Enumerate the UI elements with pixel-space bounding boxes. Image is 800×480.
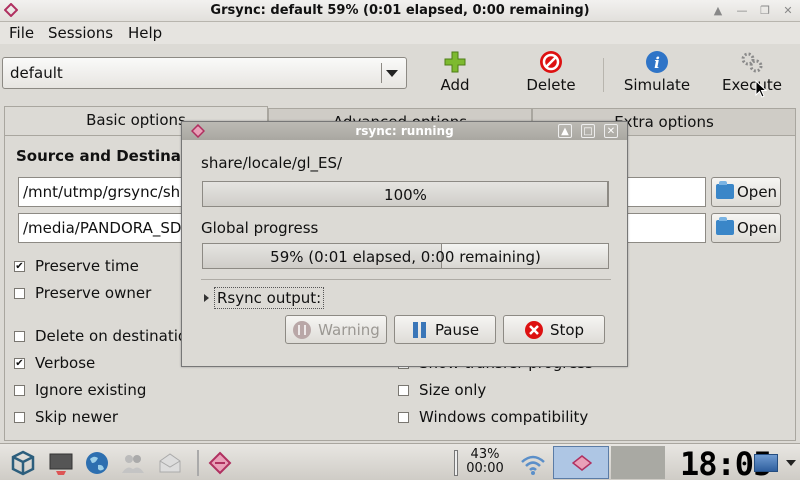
checkbox-box <box>14 287 25 299</box>
preserve-time-checkbox[interactable]: ✔ Preserve time <box>14 256 139 276</box>
current-file-label: share/locale/gl_ES/ <box>201 154 343 172</box>
global-progress-bar: 59% (0:01 elapsed, 0:00 remaining) <box>202 243 609 269</box>
mouse-cursor-icon <box>755 80 767 98</box>
stop-icon <box>524 320 543 339</box>
terminal-icon[interactable] <box>48 450 74 476</box>
execute-button[interactable]: Execute <box>720 50 784 94</box>
simulate-label: Simulate <box>623 76 691 94</box>
delete-icon <box>540 51 562 73</box>
menu-help[interactable]: Help <box>128 24 162 42</box>
web-browser-icon[interactable] <box>84 450 110 476</box>
open-destination-button[interactable]: Open <box>711 213 781 243</box>
execute-label: Execute <box>722 76 782 94</box>
windows-compatibility-checkbox[interactable]: Windows compatibility <box>398 407 588 427</box>
mail-icon[interactable] <box>157 450 183 476</box>
file-progress-text: 100% <box>384 186 427 204</box>
skip-newer-checkbox[interactable]: Skip newer <box>14 407 118 427</box>
wifi-icon[interactable] <box>520 452 546 478</box>
minimize-icon[interactable]: — <box>734 3 750 19</box>
size-only-checkbox[interactable]: Size only <box>398 380 486 400</box>
ignore-existing-checkbox[interactable]: Ignore existing <box>14 380 146 400</box>
add-button[interactable]: Add <box>436 50 474 94</box>
battery-level-icon <box>454 450 458 476</box>
plus-icon <box>444 51 466 73</box>
menu-sessions[interactable]: Sessions <box>48 24 113 42</box>
delete-on-destination-checkbox[interactable]: Delete on destination <box>14 326 197 346</box>
checkbox-box <box>14 330 25 342</box>
global-progress-label: Global progress <box>201 219 319 237</box>
menu-bar: File Sessions Help <box>0 22 800 44</box>
preserve-owner-checkbox[interactable]: Preserve owner <box>14 283 151 303</box>
folder-icon <box>716 217 734 235</box>
taskbar-window-grsync[interactable] <box>553 446 609 479</box>
users-icon[interactable] <box>120 450 146 476</box>
delete-button[interactable]: Delete <box>524 50 578 94</box>
expander-arrow-icon <box>204 294 209 302</box>
folder-icon <box>716 181 734 199</box>
taskbar-window-blank[interactable] <box>611 446 665 479</box>
battery-status: 43% 00:00 <box>466 447 504 476</box>
rsync-running-dialog: rsync: running ▲ □ ✕ share/locale/gl_ES/… <box>181 121 628 367</box>
session-value: default <box>10 64 63 82</box>
checkbox-box: ✔ <box>14 260 25 272</box>
maximize-icon[interactable]: ❐ <box>757 3 773 19</box>
close-icon[interactable]: ✕ <box>604 124 618 138</box>
close-icon[interactable]: ✕ <box>780 3 796 19</box>
checkbox-box <box>398 411 409 423</box>
shade-up-icon[interactable]: ▲ <box>558 124 572 138</box>
checkbox-box <box>14 384 25 396</box>
grsync-app-icon <box>191 124 205 138</box>
menu-file[interactable]: File <box>9 24 34 42</box>
checkbox-box <box>398 384 409 396</box>
open-source-button[interactable]: Open <box>711 177 781 207</box>
pause-button[interactable]: Pause <box>394 315 496 344</box>
chevron-down-icon <box>386 70 398 77</box>
dialog-title: rsync: running <box>355 124 454 138</box>
maximize-icon[interactable]: □ <box>581 124 595 138</box>
file-progress-bar: 100% <box>202 181 609 207</box>
global-progress-text: 59% (0:01 elapsed, 0:00 remaining) <box>270 248 541 266</box>
grsync-launcher-icon[interactable] <box>207 450 233 476</box>
warning-icon <box>293 320 312 339</box>
stop-button[interactable]: Stop <box>503 315 605 344</box>
svg-text:i: i <box>654 54 660 72</box>
taskbar: 43% 00:00 18:05 <box>0 443 800 480</box>
verbose-checkbox[interactable]: ✔ Verbose <box>14 353 95 373</box>
info-icon: i <box>646 51 668 73</box>
chevron-down-icon[interactable] <box>786 460 796 466</box>
window-titlebar[interactable]: Grsync: default 59% (0:01 elapsed, 0:00 … <box>0 0 800 22</box>
checkbox-box <box>14 411 25 423</box>
simulate-button[interactable]: i Simulate <box>622 50 692 94</box>
add-label: Add <box>440 76 470 94</box>
shade-up-icon[interactable]: ▲ <box>710 3 726 19</box>
pause-icon <box>412 321 426 338</box>
grsync-app-icon <box>572 455 592 471</box>
window-title: Grsync: default 59% (0:01 elapsed, 0:00 … <box>210 3 590 18</box>
delete-label: Delete <box>526 76 576 94</box>
checkbox-box: ✔ <box>14 357 25 369</box>
gears-icon <box>741 52 763 73</box>
warning-button[interactable]: Warning <box>285 315 387 344</box>
dialog-titlebar[interactable]: rsync: running ▲ □ ✕ <box>182 122 627 140</box>
cube-menu-icon[interactable] <box>10 450 36 476</box>
desktop-icon[interactable] <box>754 454 778 472</box>
session-combo[interactable]: default <box>2 57 407 89</box>
